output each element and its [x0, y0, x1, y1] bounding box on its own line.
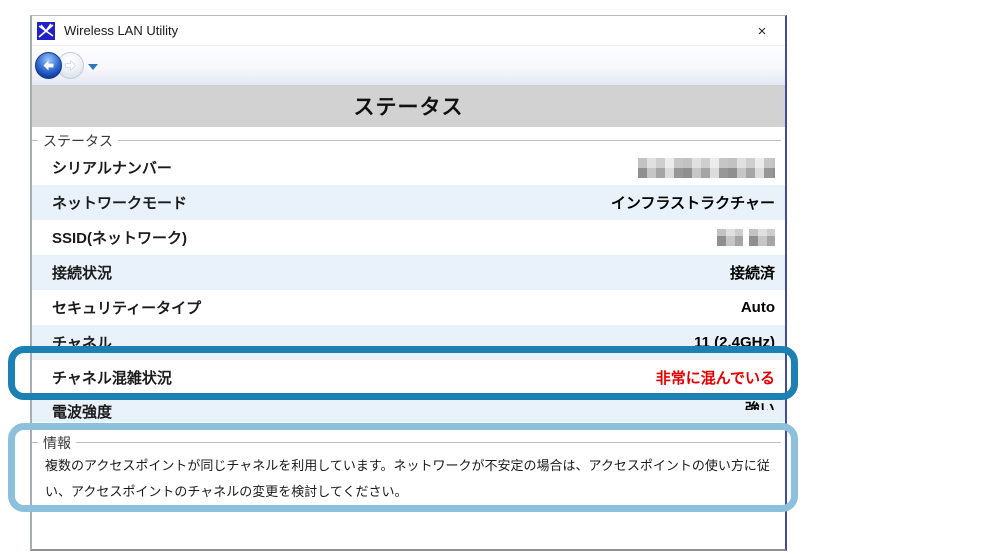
clipped-value-wrapper: 強い	[745, 401, 775, 410]
groupbox-border-line	[118, 140, 781, 141]
serial-number-redacted-value	[638, 158, 775, 178]
app-icon	[37, 22, 55, 40]
ssid-redacted-block	[717, 229, 743, 246]
status-row-network-mode: ネットワークモード インフラストラクチャー	[32, 185, 785, 220]
title-bar: Wireless LAN Utility ×	[32, 16, 785, 46]
row-label: ネットワークモード	[52, 192, 187, 213]
row-label: シリアルナンバー	[52, 157, 172, 178]
history-dropdown-arrow[interactable]	[88, 64, 98, 70]
status-group-label: ステータス	[38, 131, 118, 151]
status-row-serial-number: シリアルナンバー	[32, 150, 785, 185]
status-row-security-type: セキュリティータイプ Auto	[32, 290, 785, 325]
row-label: SSID(ネットワーク)	[52, 227, 187, 248]
navigation-bar	[32, 46, 785, 85]
back-button[interactable]	[35, 52, 62, 79]
row-label: 接続状況	[52, 262, 112, 283]
status-groupbox-header: ステータス	[32, 127, 785, 150]
close-button[interactable]: ×	[749, 18, 775, 44]
screenshot-canvas: Wireless LAN Utility × ステータス ステータス	[0, 0, 1001, 558]
highlight-info-box	[8, 423, 798, 512]
highlight-channel-congestion-row	[8, 346, 798, 400]
row-label: セキュリティータイプ	[52, 297, 201, 318]
row-value: Auto	[741, 299, 775, 316]
ssid-redacted-block	[749, 229, 775, 246]
row-value: 強い	[745, 401, 775, 410]
row-value: 接続済	[730, 262, 775, 283]
page-title: ステータス	[354, 91, 464, 121]
ssid-redacted-value	[717, 229, 775, 246]
window-title: Wireless LAN Utility	[64, 23, 178, 38]
row-label: 電波強度	[52, 401, 112, 422]
status-row-ssid: SSID(ネットワーク)	[32, 220, 785, 255]
row-value: インフラストラクチャー	[611, 192, 775, 213]
status-row-connection-status: 接続状況 接続済	[32, 255, 785, 290]
page-header: ステータス	[32, 85, 785, 127]
